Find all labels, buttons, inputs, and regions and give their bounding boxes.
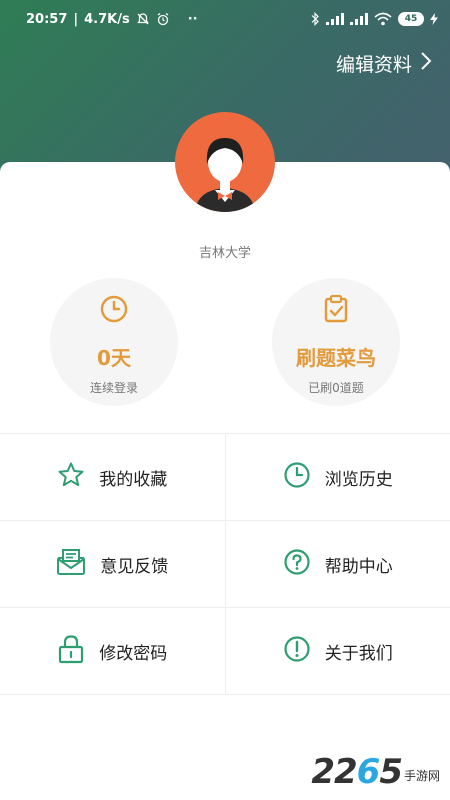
chevron-right-icon	[420, 51, 432, 76]
stat-label: 连续登录	[89, 381, 138, 395]
menu-item-label: 浏览历史	[324, 469, 393, 490]
menu-item-label: 关于我们	[324, 643, 393, 664]
menu-grid: 我的收藏 浏览历史 意见反馈 帮助中心 修改密码 关于我们	[0, 433, 450, 695]
menu-item-change-password[interactable]: 修改密码	[0, 608, 225, 694]
menu-item-about[interactable]: 关于我们	[224, 608, 450, 694]
menu-row: 意见反馈 帮助中心	[0, 521, 450, 608]
menu-item-label: 修改密码	[99, 643, 168, 664]
signal-icon	[350, 13, 368, 25]
edit-profile-button[interactable]: 编辑资料	[336, 50, 432, 77]
clipboard-check-icon	[321, 294, 351, 328]
stat-label: 已刷0道题	[308, 381, 364, 395]
stat-value: 0天	[97, 346, 131, 370]
stat-login-streak: 0天 连续登录	[50, 278, 178, 406]
edit-profile-label: 编辑资料	[335, 54, 412, 76]
clock-icon	[283, 461, 311, 493]
avatar[interactable]	[175, 112, 275, 212]
watermark-number: 2265	[311, 752, 403, 792]
star-icon	[57, 461, 85, 493]
menu-item-label: 意见反馈	[100, 556, 169, 577]
menu-item-feedback[interactable]: 意见反馈	[0, 521, 225, 607]
menu-row: 修改密码 关于我们	[0, 608, 450, 695]
lock-icon	[57, 634, 85, 668]
status-bar: 20:57 | 4.7K/s ·· 45	[0, 0, 450, 38]
menu-row: 我的收藏 浏览历史	[0, 434, 450, 521]
bluetooth-icon	[310, 12, 320, 26]
wifi-icon	[374, 12, 392, 26]
menu-item-label: 帮助中心	[324, 556, 393, 577]
notifications-off-icon	[136, 12, 150, 26]
more-status-dots: ··	[187, 11, 198, 27]
stat-value: 刷题菜鸟	[296, 346, 376, 370]
alarm-icon	[156, 12, 170, 26]
question-icon	[283, 548, 311, 580]
school-name: 吉林大学	[198, 246, 251, 261]
menu-item-label: 我的收藏	[99, 469, 168, 490]
status-network-speed: 4.7K/s	[84, 11, 130, 27]
menu-item-help[interactable]: 帮助中心	[224, 521, 450, 607]
menu-item-favorites[interactable]: 我的收藏	[0, 434, 225, 520]
menu-item-history[interactable]: 浏览历史	[224, 434, 450, 520]
exclamation-icon	[283, 635, 311, 667]
envelope-icon	[56, 548, 86, 580]
watermark-text: 手游网	[403, 769, 440, 783]
site-watermark: 2265 手游网	[311, 752, 440, 792]
avatar-illustration	[195, 138, 255, 212]
signal-icon	[326, 13, 344, 25]
clock-icon	[99, 294, 129, 328]
stat-level: 刷题菜鸟 已刷0道题	[272, 278, 400, 406]
status-time: 20:57	[26, 11, 68, 27]
charging-icon	[430, 13, 438, 25]
battery-icon: 45	[398, 12, 424, 26]
